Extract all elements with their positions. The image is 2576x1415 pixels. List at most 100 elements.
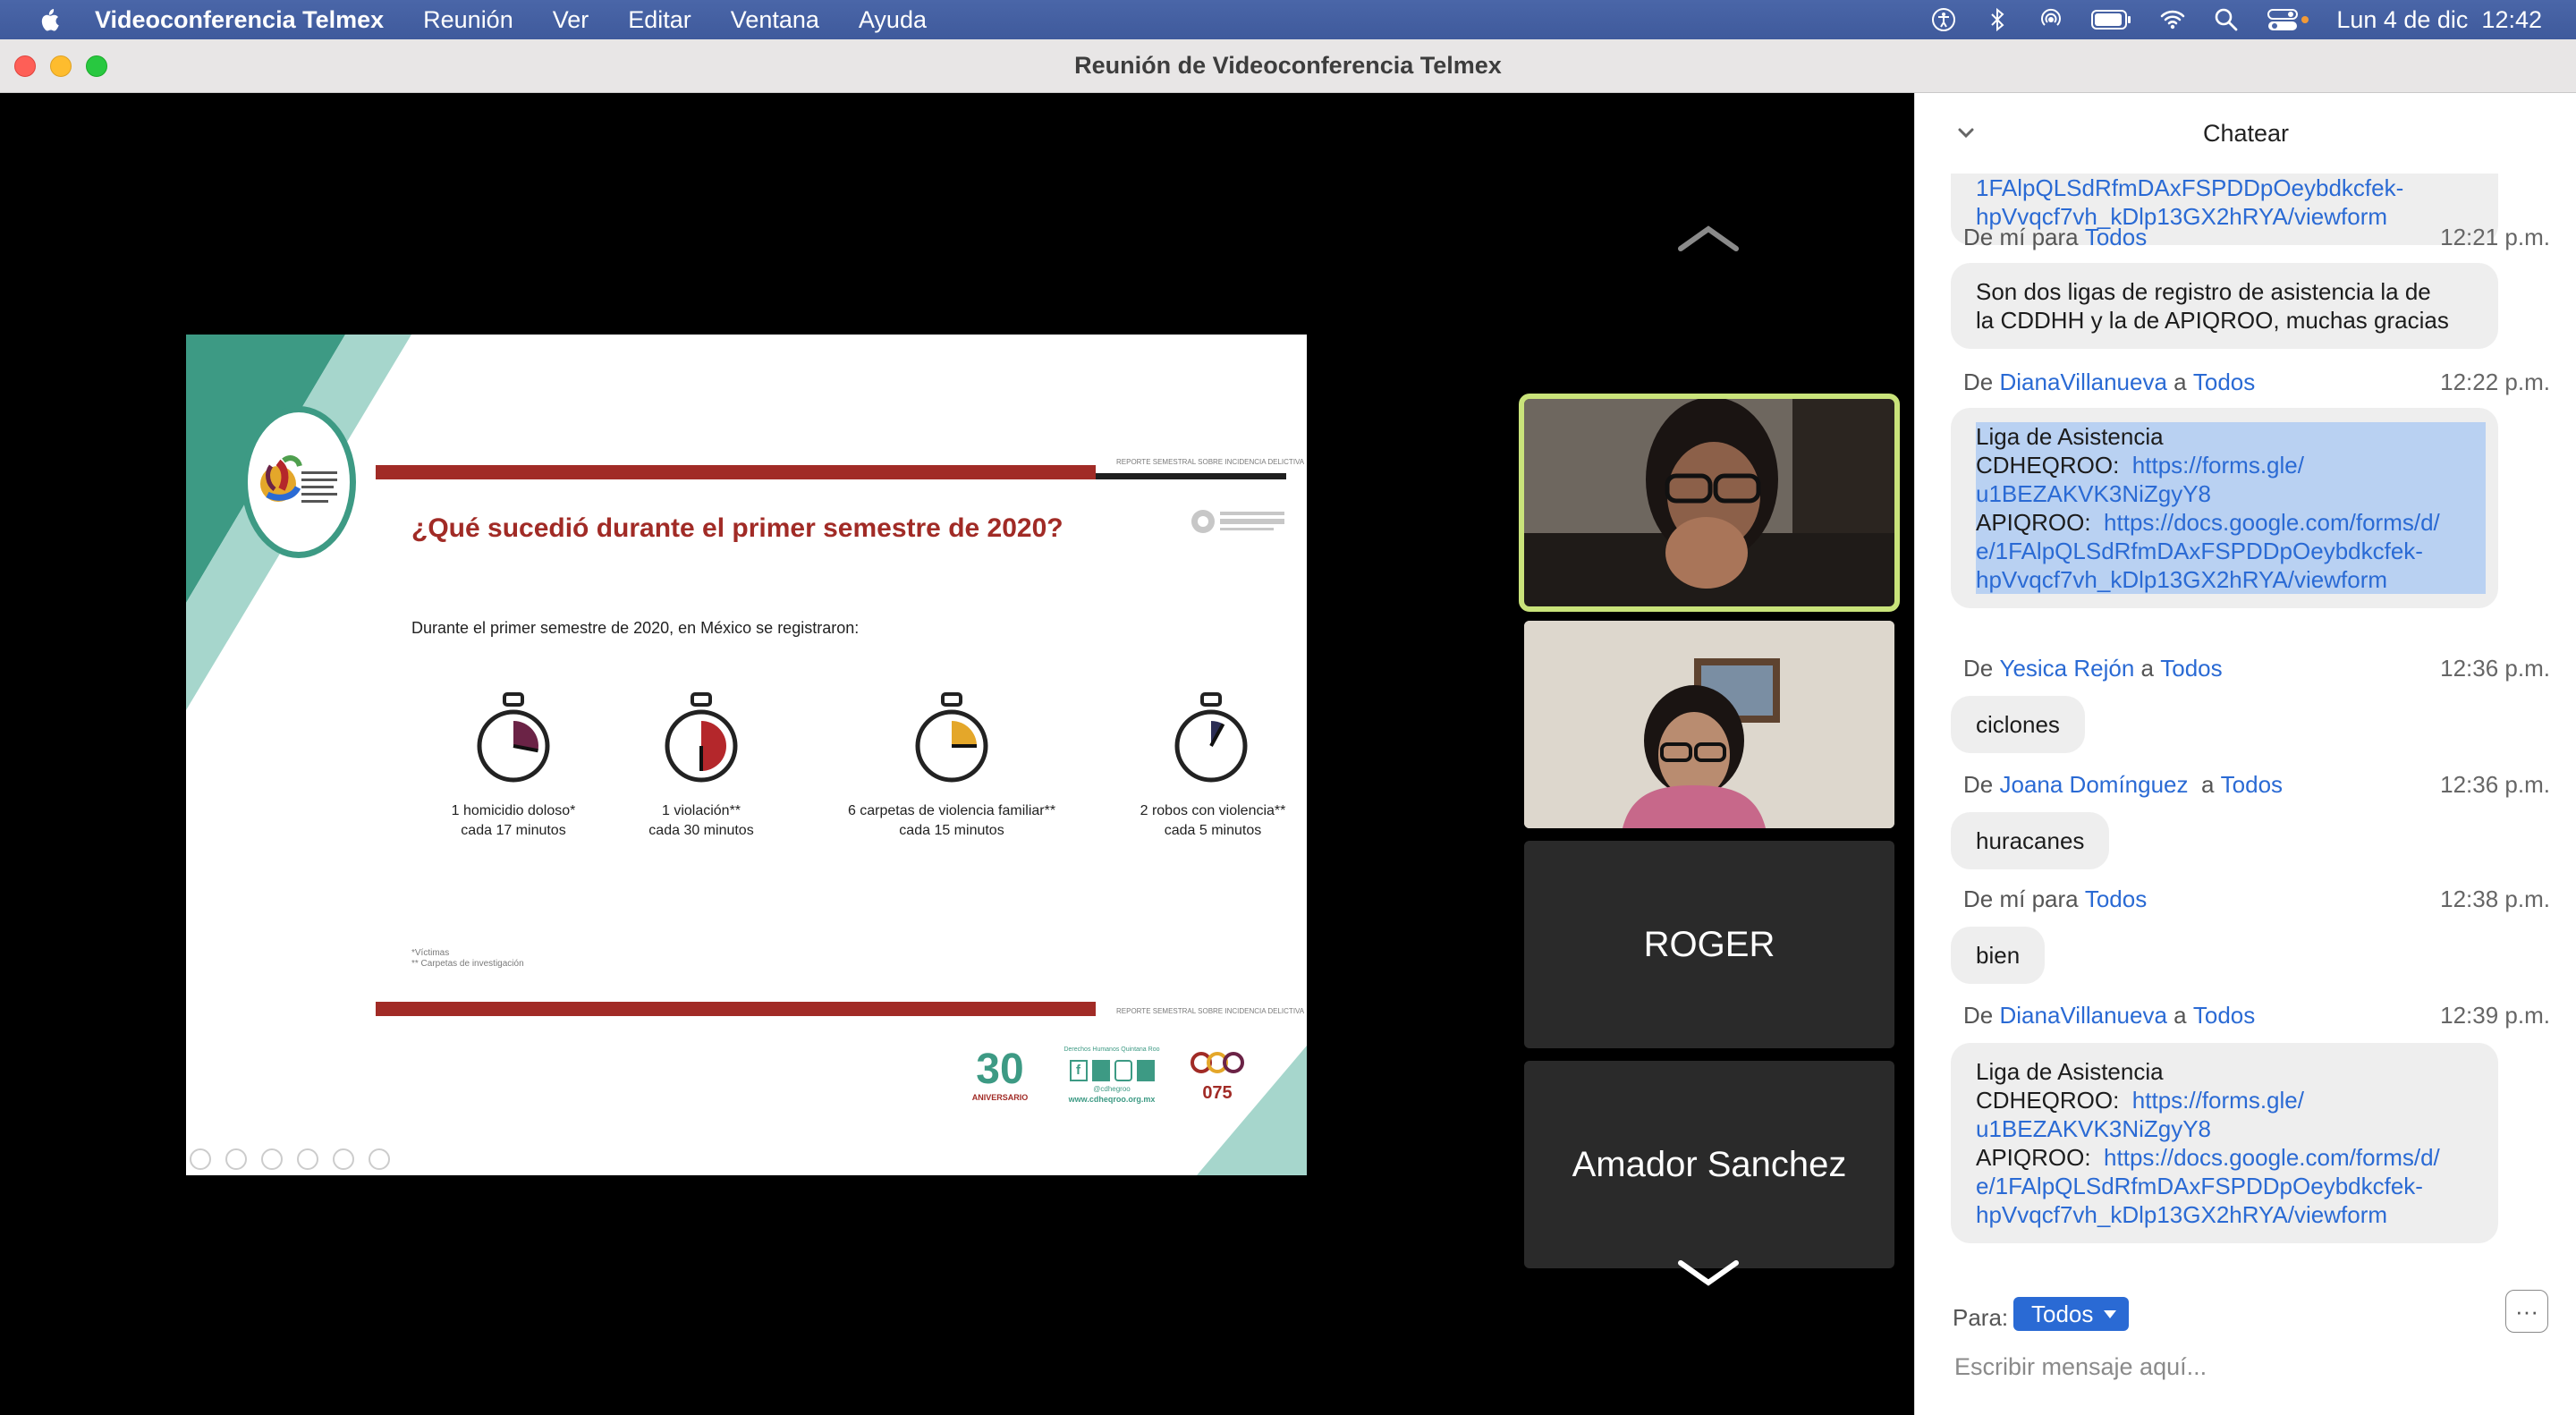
bluetooth-icon[interactable] <box>1984 6 2011 33</box>
chat-header: Chatear <box>1915 93 2576 174</box>
participant-tile-amador[interactable]: Amador Sanchez <box>1524 1061 1894 1268</box>
chat-link[interactable]: e/1FAlpQLSdRfmDAxFSPDDpOeybdkcfek- <box>1976 1172 2473 1200</box>
chat-bubble[interactable]: Son dos ligas de registro de asistencia … <box>1951 263 2498 349</box>
minimize-window-button[interactable] <box>50 55 72 77</box>
social-icons: f <box>1059 1060 1165 1081</box>
menu-app-name[interactable]: Videoconferencia Telmex <box>95 6 384 34</box>
recipient-link[interactable]: Todos <box>2160 655 2222 683</box>
message-text: la CDDHH y la de APIQROO, muchas gracias <box>1976 307 2449 334</box>
chat-message-meta: De DianaVillanueva a Todos 12:39 p.m. <box>1963 1002 2550 1030</box>
prev-slide-icon[interactable] <box>190 1148 211 1170</box>
collapse-chevron-icon[interactable] <box>1955 122 1977 143</box>
chat-link[interactable]: u1BEZAKVK3NiZgyY8 <box>1976 479 2486 508</box>
sender-link[interactable]: Yesica Rejón <box>1999 655 2134 683</box>
para-label: Para: <box>1953 1304 2009 1331</box>
chat-message-meta: De Yesica Rejón a Todos 12:36 p.m. <box>1963 655 2550 683</box>
next-slide-icon[interactable] <box>225 1148 247 1170</box>
to-word: a <box>2174 369 2187 395</box>
close-window-button[interactable] <box>14 55 36 77</box>
sender-link[interactable]: DianaVillanueva <box>1999 369 2166 397</box>
chat-message-meta: De DianaVillanueva a Todos 12:22 p.m. <box>1963 369 2550 397</box>
stat-caption-homicidio: 1 homicidio doloso* cada 17 minutos <box>406 801 621 841</box>
social-title: Derechos Humanos Quintana Roo <box>1063 1046 1160 1053</box>
stat-line: 1 homicidio doloso* <box>451 803 576 818</box>
liga-label: APIQROO: <box>1976 509 2091 536</box>
chat-bubble[interactable]: bien <box>1951 927 2046 984</box>
scroll-down-chevron-icon[interactable] <box>1677 1259 1740 1286</box>
chat-link[interactable]: u1BEZAKVK3NiZgyY8 <box>1976 1114 2473 1143</box>
participant-video-2[interactable] <box>1524 621 1894 828</box>
zoom-icon[interactable] <box>333 1148 354 1170</box>
stopwatch-icon <box>665 692 738 783</box>
video-frame <box>1524 399 1894 606</box>
anniversary-number: 30 <box>976 1046 1024 1093</box>
menu-ventana[interactable]: Ventana <box>731 6 819 34</box>
participant-video-active-speaker[interactable] <box>1519 394 1900 612</box>
sender-link[interactable]: Joana Domínguez <box>1999 771 2194 800</box>
stat-line: cada 15 minutos <box>899 823 1004 838</box>
battery-icon[interactable] <box>2091 8 2132 31</box>
recipient-link[interactable]: Todos <box>2221 771 2283 800</box>
chat-bubble[interactable]: huracanes <box>1951 812 2110 869</box>
fullscreen-window-button[interactable] <box>86 55 107 77</box>
to-word: a <box>2200 771 2215 798</box>
chat-bubble-liga-selected[interactable]: Liga de Asistencia CDHEQROO: https://for… <box>1951 408 2498 608</box>
pen-tool-icon[interactable] <box>261 1148 283 1170</box>
chat-panel: Chatear 1FAlpQLSdRfmDAxFSPDDpOeybdkcfek-… <box>1914 93 2576 1415</box>
chat-link[interactable]: https://docs.google.com/forms/d/ <box>2104 1144 2440 1171</box>
slides-grid-icon[interactable] <box>297 1148 318 1170</box>
stat-caption-violencia-familiar: 6 carpetas de violencia familiar** cada … <box>844 801 1059 841</box>
liga-cdheqroo-row: CDHEQROO: https://forms.gle/ <box>1976 1086 2473 1114</box>
menu-editar[interactable]: Editar <box>628 6 691 34</box>
social-handle: @cdhegroo <box>1093 1085 1131 1093</box>
meeting-stage: REPORTE SEMESTRAL SOBRE INCIDENCIA DELIC… <box>0 93 1914 1415</box>
chat-link[interactable]: https://forms.gle/ <box>2132 452 2304 479</box>
menu-reunion[interactable]: Reunión <box>423 6 513 34</box>
message-time: 12:22 p.m. <box>2440 369 2550 395</box>
search-icon[interactable] <box>2213 6 2240 33</box>
chat-message-input[interactable] <box>1954 1349 2527 1385</box>
window-title-bar: Reunión de Videoconferencia Telmex <box>0 39 2576 93</box>
airdrop-icon[interactable] <box>2038 6 2064 33</box>
chat-link[interactable]: https://forms.gle/ <box>2132 1087 2304 1114</box>
stopwatch-icon <box>477 692 550 783</box>
message-time: 12:36 p.m. <box>2440 771 2550 798</box>
recipient-dropdown[interactable]: Todos <box>2013 1297 2130 1331</box>
scroll-up-chevron-icon[interactable] <box>1677 225 1740 252</box>
menu-ver[interactable]: Ver <box>553 6 589 34</box>
chat-title: Chatear <box>2202 119 2290 147</box>
chat-bubble[interactable]: ciclones <box>1951 696 2085 753</box>
recipient-link[interactable]: Todos <box>2193 369 2255 397</box>
liga-cdheqroo-row: CDHEQROO: https://forms.gle/ <box>1976 451 2486 479</box>
recipient-link[interactable]: Todos <box>2193 1002 2255 1030</box>
accessibility-icon[interactable] <box>1930 6 1957 33</box>
chat-link[interactable]: e/1FAlpQLSdRfmDAxFSPDDpOeybdkcfek- <box>1976 537 2486 565</box>
recipient-link[interactable]: Todos <box>2085 885 2147 914</box>
stopwatch-graphics <box>477 692 1248 783</box>
participant-name: ROGER <box>1643 924 1775 964</box>
chat-link[interactable]: 1FAlpQLSdRfmDAxFSPDDpOeybdkcfek- <box>1976 174 2473 202</box>
chat-link[interactable]: hpVvqcf7vh_kDlp13GX2hRYA/viewform <box>1976 1200 2473 1229</box>
more-options-icon[interactable] <box>369 1148 390 1170</box>
slide-title: ¿Qué sucedió durante el primer semestre … <box>411 513 1063 543</box>
menubar-datetime[interactable]: Lun 4 de dic 12:42 <box>2336 6 2542 34</box>
participant-tile-roger[interactable]: ROGER <box>1524 841 1894 1048</box>
chat-more-button[interactable]: ··· <box>2505 1290 2548 1333</box>
participant-name: Amador Sanchez <box>1572 1144 1847 1184</box>
chat-link[interactable]: https://docs.google.com/forms/d/ <box>2104 509 2440 536</box>
dropdown-caret-icon <box>2104 1310 2117 1318</box>
stopwatch-icon <box>1174 692 1248 783</box>
stat-line: 6 carpetas de violencia familiar** <box>847 803 1056 818</box>
chat-link[interactable]: hpVvqcf7vh_kDlp13GX2hRYA/viewform <box>1976 565 2486 594</box>
chat-message-list[interactable]: 1FAlpQLSdRfmDAxFSPDDpOeybdkcfek- hpVvqcf… <box>1915 174 2576 1283</box>
control-center-icon[interactable] <box>2267 6 2309 33</box>
sender-link[interactable]: DianaVillanueva <box>1999 1002 2166 1030</box>
liga-label: CDHEQROO: <box>1976 452 2120 479</box>
apple-icon[interactable] <box>36 6 63 33</box>
chat-message-meta: De mí para Todos 12:21 p.m. <box>1963 224 2550 252</box>
recipient-link[interactable]: Todos <box>2085 224 2147 252</box>
anniversary-logo: 30 ANIVERSARIO <box>971 1046 1029 1114</box>
chat-bubble-liga[interactable]: Liga de Asistencia CDHEQROO: https://for… <box>1951 1043 2498 1243</box>
wifi-icon[interactable] <box>2159 6 2186 33</box>
menu-ayuda[interactable]: Ayuda <box>859 6 927 34</box>
